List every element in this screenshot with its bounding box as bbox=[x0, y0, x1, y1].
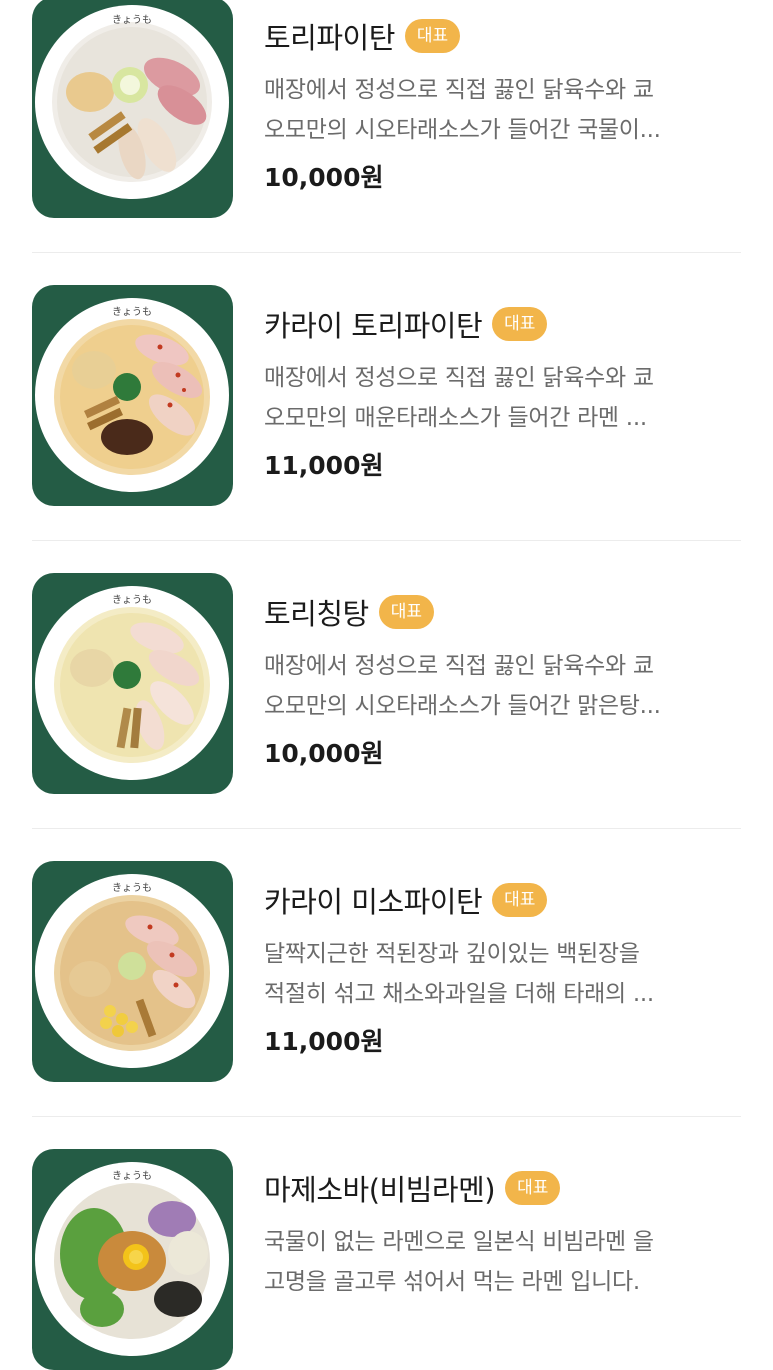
menu-item-description: 매장에서 정성으로 직접 끓인 닭육수와 쿄 오모만의 시오타래소스가 들어간 … bbox=[264, 70, 741, 150]
signature-badge: 대표 bbox=[492, 883, 548, 917]
bowl-logo-text: きょうも bbox=[112, 882, 152, 894]
description-line: 고명을 골고루 섞어서 먹는 라멘 입니다. bbox=[264, 1269, 640, 1295]
signature-badge: 대표 bbox=[404, 19, 461, 53]
description-line: 매장에서 정성으로 직접 끓인 닭육수와 쿄 bbox=[264, 365, 654, 391]
bowl-logo-text: きょうも bbox=[112, 594, 152, 606]
menu-item-info: 마제소바(비빔라멘) 대표 국물이 없는 라멘으로 일본식 비빔라멘 을 고명을… bbox=[264, 1164, 741, 1310]
menu-item-title: 마제소바(비빔라멘) bbox=[264, 1173, 496, 1207]
menu-item-info: 카라이 토리파이탄 대표 매장에서 정성으로 직접 끓인 닭육수와 쿄 오모만의… bbox=[264, 300, 741, 482]
description-line: 국물이 없는 라멘으로 일본식 비빔라멘 을 bbox=[264, 1229, 654, 1255]
title-row: 토리파이탄 대표 bbox=[264, 12, 741, 60]
description-line: 오모만의 시오타래소스가 들어간 맑은탕... bbox=[264, 693, 661, 719]
menu-item-description: 국물이 없는 라멘으로 일본식 비빔라멘 을 고명을 골고루 섞어서 먹는 라멘… bbox=[264, 1222, 741, 1302]
bowl-logo-text: きょうも bbox=[112, 306, 152, 318]
menu-item-price: 11,000원 bbox=[264, 1027, 384, 1056]
menu-item-title: 카라이 미소파이탄 bbox=[264, 885, 483, 919]
menu-item-image: きょうも bbox=[32, 1149, 233, 1370]
menu-item-image: きょうも bbox=[32, 861, 233, 1082]
signature-badge: 대표 bbox=[378, 595, 435, 629]
divider bbox=[32, 540, 741, 541]
divider bbox=[32, 252, 741, 253]
description-line: 달짝지근한 적된장과 깊이있는 백된장을 bbox=[264, 941, 640, 967]
menu-item-price: 11,000원 bbox=[264, 451, 384, 480]
title-row: 카라이 토리파이탄 대표 bbox=[264, 300, 741, 348]
description-line: 오모만의 시오타래소스가 들어간 국물이... bbox=[264, 117, 661, 143]
menu-item-image: きょうも bbox=[32, 0, 233, 218]
menu-item-title: 토리파이탄 bbox=[264, 21, 395, 55]
menu-item-image: きょうも bbox=[32, 573, 233, 794]
title-row: 마제소바(비빔라멘) 대표 bbox=[264, 1164, 741, 1212]
menu-item-info: 카라이 미소파이탄 대표 달짝지근한 적된장과 깊이있는 백된장을 적절히 섞고… bbox=[264, 876, 741, 1058]
menu-item-karai-miso-paitan[interactable]: きょうも 카라이 미소파이탄 대표 달짝지근한 적된장과 깊이있는 백된장을 적… bbox=[32, 861, 741, 1082]
bowl-logo-text: きょうも bbox=[112, 14, 152, 26]
menu-item-info: 토리파이탄 대표 매장에서 정성으로 직접 끓인 닭육수와 쿄 오모만의 시오타… bbox=[264, 12, 741, 194]
signature-badge: 대표 bbox=[505, 1171, 561, 1205]
menu-item-tori-chintan[interactable]: きょうも 토리칭탕 대표 매장에서 정성으로 직접 끓인 닭육수와 쿄 오모만의… bbox=[32, 573, 741, 794]
menu-item-tori-paitan[interactable]: きょうも 토리파이탄 대표 매장에서 정성으로 직접 끓인 닭육수와 쿄 오모만… bbox=[32, 0, 741, 218]
menu-item-price: 10,000원 bbox=[264, 739, 384, 768]
description-line: 매장에서 정성으로 직접 끓인 닭육수와 쿄 bbox=[264, 653, 654, 679]
description-line: 매장에서 정성으로 직접 끓인 닭육수와 쿄 bbox=[264, 77, 654, 103]
description-line: 적절히 섞고 채소와과일을 더해 타래의 ... bbox=[264, 981, 654, 1007]
menu-item-image: きょうも bbox=[32, 285, 233, 506]
divider bbox=[32, 828, 741, 829]
description-line: 오모만의 매운타래소스가 들어간 라멘 ... bbox=[264, 405, 647, 431]
menu-item-title: 토리칭탕 bbox=[264, 597, 369, 631]
signature-badge: 대표 bbox=[492, 307, 548, 341]
menu-item-karai-tori-paitan[interactable]: きょうも 카라이 토리파이탄 대표 매장에서 정성으로 직접 끓인 닭육수와 쿄… bbox=[32, 285, 741, 506]
menu-item-info: 토리칭탕 대표 매장에서 정성으로 직접 끓인 닭육수와 쿄 오모만의 시오타래… bbox=[264, 588, 741, 770]
menu-item-description: 매장에서 정성으로 직접 끓인 닭육수와 쿄 오모만의 시오타래소스가 들어간 … bbox=[264, 646, 741, 726]
menu-item-description: 달짝지근한 적된장과 깊이있는 백된장을 적절히 섞고 채소와과일을 더해 타래… bbox=[264, 934, 741, 1014]
divider bbox=[32, 1116, 741, 1117]
menu-item-title: 카라이 토리파이탄 bbox=[264, 309, 483, 343]
menu-item-mazesoba[interactable]: きょうも 마제소바(비빔라멘) 대표 국물이 없는 라멘으로 일본식 비빔라멘 … bbox=[32, 1149, 741, 1370]
menu-item-price: 10,000원 bbox=[264, 163, 384, 192]
title-row: 토리칭탕 대표 bbox=[264, 588, 741, 636]
menu-item-description: 매장에서 정성으로 직접 끓인 닭육수와 쿄 오모만의 매운타래소스가 들어간 … bbox=[264, 358, 741, 438]
title-row: 카라이 미소파이탄 대표 bbox=[264, 876, 741, 924]
bowl-logo-text: きょうも bbox=[112, 1170, 152, 1182]
